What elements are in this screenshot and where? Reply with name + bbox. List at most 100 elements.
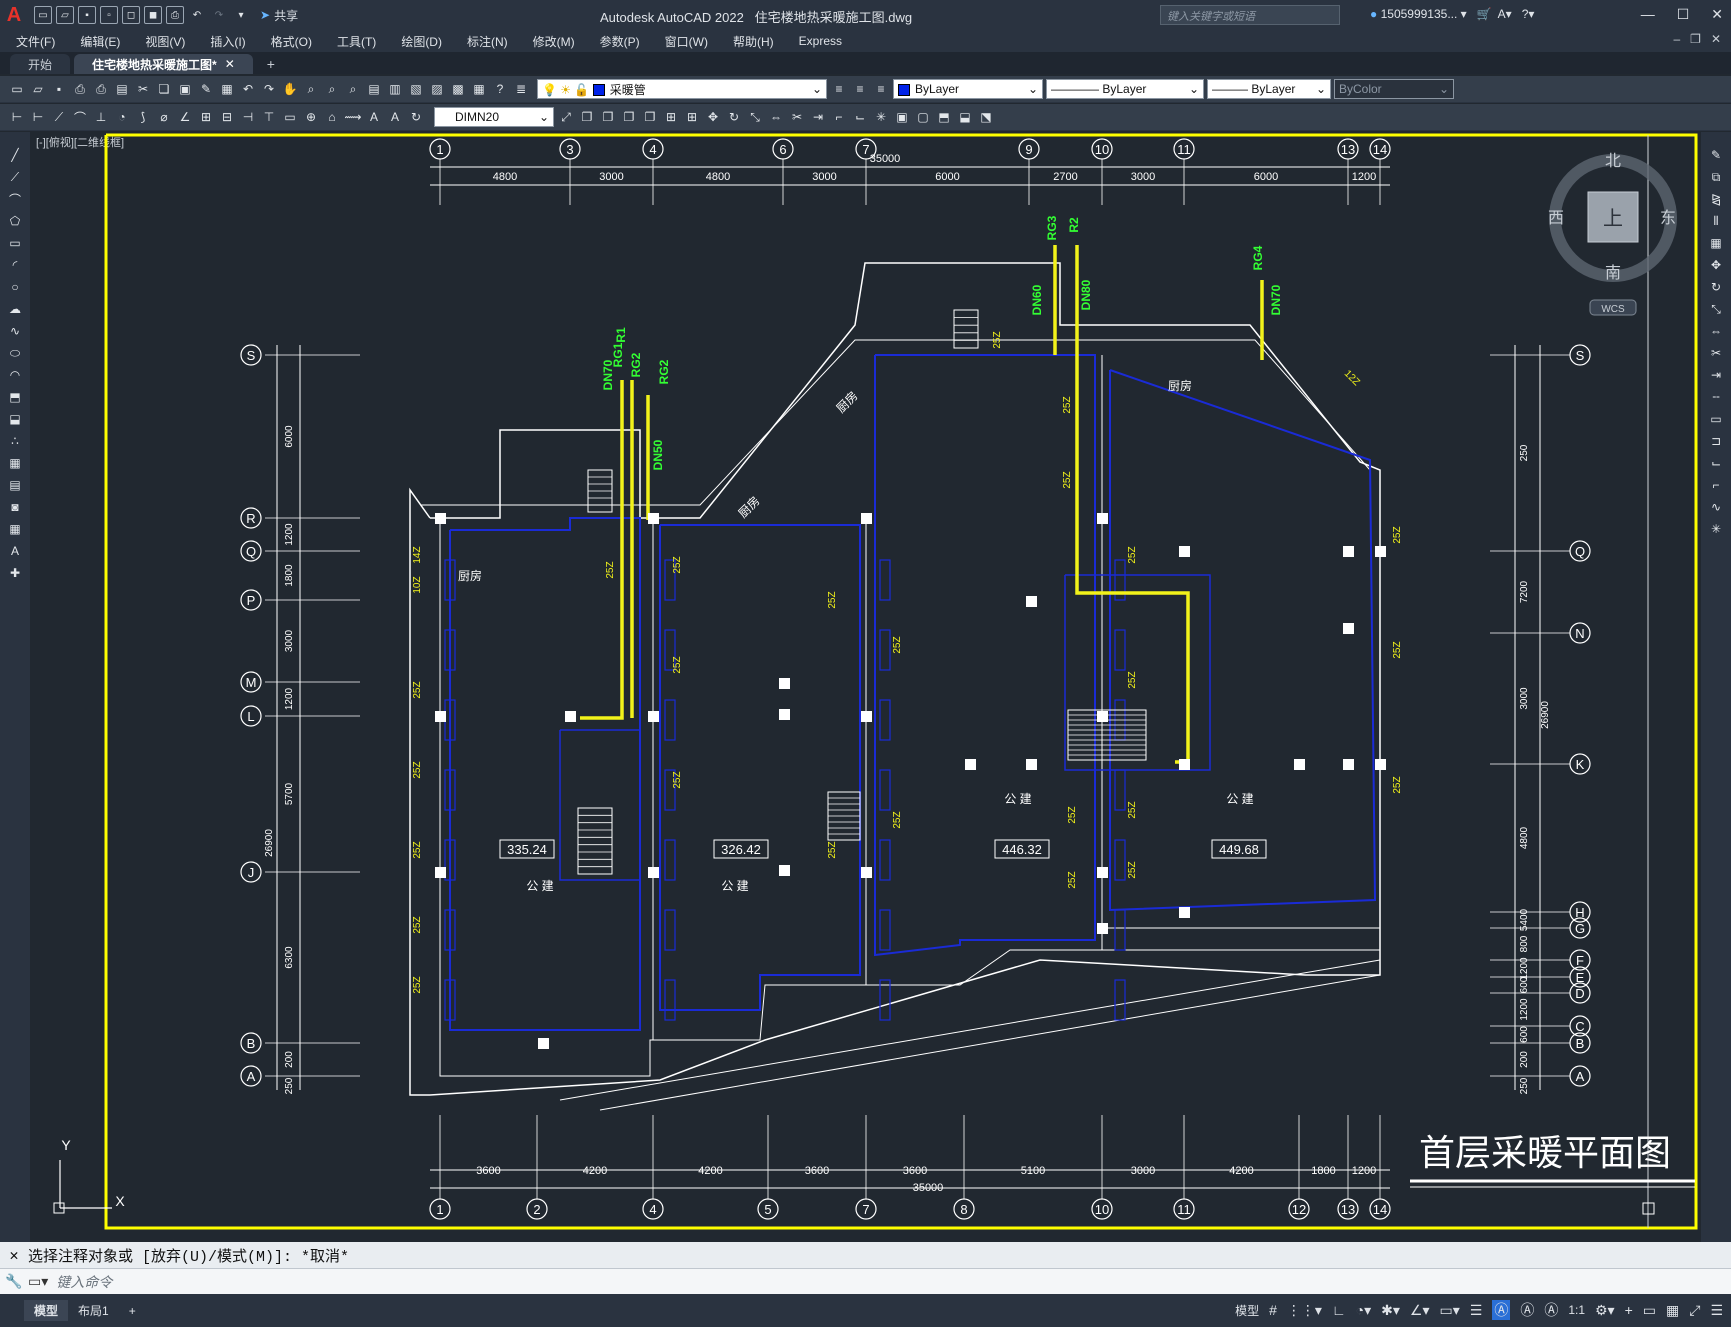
draworder-above-icon[interactable]: ❐: [620, 108, 638, 126]
menu-modify[interactable]: 修改(M): [533, 33, 575, 50]
zoom-realtime-icon[interactable]: ⌕: [302, 80, 320, 98]
construction-line-icon[interactable]: ⟋: [6, 168, 24, 186]
help-icon[interactable]: ?▾: [1522, 7, 1535, 21]
draworder-back-icon[interactable]: ❐: [599, 108, 617, 126]
table-icon[interactable]: ▦: [6, 520, 24, 538]
new-icon[interactable]: ▭: [34, 6, 52, 24]
chamfer-right-icon[interactable]: ⌙: [1707, 454, 1725, 472]
menu-insert[interactable]: 插入(I): [210, 33, 245, 50]
ungroup-icon[interactable]: ▢: [914, 108, 932, 126]
draworder-front-icon[interactable]: ❐: [578, 108, 596, 126]
new-tab-button[interactable]: +: [257, 54, 285, 74]
fillet-right-icon[interactable]: ⌐: [1707, 476, 1725, 494]
scale-icon[interactable]: ⤡: [746, 108, 764, 126]
layer-states-icon[interactable]: ≡: [872, 80, 890, 98]
text-to-front-icon[interactable]: ⊞: [662, 108, 680, 126]
redo-icon[interactable]: ↷: [210, 6, 228, 24]
menu-view[interactable]: 视图(V): [145, 33, 185, 50]
tool-palettes-icon[interactable]: ▧: [407, 80, 425, 98]
dim-text-edit-icon[interactable]: A: [386, 108, 404, 126]
new-file-icon[interactable]: ▭: [8, 80, 26, 98]
jogged-linear-icon[interactable]: ⟿: [344, 108, 362, 126]
rotate-icon[interactable]: ↻: [725, 108, 743, 126]
inspection-icon[interactable]: ⌂: [323, 108, 341, 126]
wrench-icon[interactable]: 🔧: [0, 1273, 28, 1290]
plotstyle-dropdown[interactable]: ByColor ⌄: [1334, 79, 1454, 99]
trim-icon[interactable]: ✂: [788, 108, 806, 126]
print-icon[interactable]: ⎙: [71, 80, 89, 98]
close-icon[interactable]: ✕: [1711, 6, 1723, 23]
recent-commands-icon[interactable]: ▭▾: [28, 1273, 48, 1290]
offset-icon[interactable]: ⫴: [1707, 212, 1725, 230]
menu-parametric[interactable]: 参数(P): [600, 33, 640, 50]
maximize-icon[interactable]: ☐: [1677, 6, 1690, 23]
close-command-icon[interactable]: ✕: [0, 1246, 28, 1265]
quick-properties-icon[interactable]: ▦: [1666, 1302, 1679, 1319]
open-web-icon[interactable]: ◻: [122, 6, 140, 24]
add-selected-icon[interactable]: ✚: [6, 564, 24, 582]
rectangle-icon[interactable]: ▭: [6, 234, 24, 252]
polar-icon[interactable]: ◔▾: [1356, 1302, 1371, 1319]
dim-edit-icon[interactable]: A: [365, 108, 383, 126]
customize-icon[interactable]: ☰: [1710, 1302, 1723, 1319]
menu-express[interactable]: Express: [799, 34, 842, 48]
customize-qat-icon[interactable]: ▾: [232, 6, 250, 24]
point-icon[interactable]: ∴: [6, 432, 24, 450]
undo-icon[interactable]: ↶: [188, 6, 206, 24]
color-dropdown[interactable]: ByLayer ⌄: [893, 79, 1043, 99]
ordinate-dim-icon[interactable]: ⊥: [92, 108, 110, 126]
save-file-icon[interactable]: ▪: [50, 80, 68, 98]
ortho-icon[interactable]: ∟: [1332, 1302, 1346, 1318]
break-point-icon[interactable]: ╌: [1707, 388, 1725, 406]
qdim-icon[interactable]: ⊢: [8, 108, 26, 126]
layer-freeze-icon[interactable]: ☀: [560, 83, 571, 97]
pan-icon[interactable]: ✋: [281, 80, 299, 98]
menu-edit[interactable]: 编辑(E): [80, 33, 120, 50]
draworder-below-icon[interactable]: ❐: [641, 108, 659, 126]
save-as-icon[interactable]: ▫: [100, 6, 118, 24]
plot-icon[interactable]: ⎙: [166, 6, 184, 24]
markup-icon[interactable]: ▩: [449, 80, 467, 98]
layer-properties-icon[interactable]: ≣: [512, 80, 530, 98]
match-properties-icon[interactable]: ✎: [197, 80, 215, 98]
ellipse-icon[interactable]: ⬭: [6, 344, 24, 362]
toolbar-undo-icon[interactable]: ↶: [239, 80, 257, 98]
linetype-dropdown[interactable]: ———— ByLayer ⌄: [1046, 79, 1204, 99]
dim-space-icon[interactable]: ⊤: [260, 108, 278, 126]
arc-length-icon[interactable]: ⌒: [71, 108, 89, 126]
diameter-dim-icon[interactable]: ⌀: [155, 108, 173, 126]
zoom-previous-icon[interactable]: ⌕: [344, 80, 362, 98]
circle-icon[interactable]: ○: [6, 278, 24, 296]
autodesk-icon[interactable]: A▾: [1498, 7, 1512, 21]
rotate-right-icon[interactable]: ↻: [1707, 278, 1725, 296]
stretch-right-icon[interactable]: ⇔: [1707, 322, 1725, 340]
menu-tools[interactable]: 工具(T): [337, 33, 376, 50]
revcloud-icon[interactable]: ☁: [6, 300, 24, 318]
properties-icon[interactable]: ▤: [365, 80, 383, 98]
publish-icon[interactable]: ▤: [113, 80, 131, 98]
open-file-icon[interactable]: ▱: [29, 80, 47, 98]
attdef-icon[interactable]: ⬔: [977, 108, 995, 126]
baseline-dim-icon[interactable]: ⊟: [218, 108, 236, 126]
hatch-icon[interactable]: ▦: [6, 454, 24, 472]
erase-icon[interactable]: ✎: [1707, 146, 1725, 164]
polyline-icon[interactable]: ⌒: [6, 190, 24, 208]
blend-icon[interactable]: ∿: [1707, 498, 1725, 516]
continue-dim-icon[interactable]: ⊣: [239, 108, 257, 126]
layer-lock-icon[interactable]: 🔓: [574, 83, 589, 97]
line-icon[interactable]: ╱: [6, 146, 24, 164]
toolbar-help-icon[interactable]: ?: [491, 80, 509, 98]
sheet-set-icon[interactable]: ▨: [428, 80, 446, 98]
layer-dropdown[interactable]: 💡 ☀ 🔓 采暖管 ⌄: [537, 79, 827, 99]
lineweight-icon[interactable]: ▭▾: [1439, 1302, 1459, 1319]
move-icon[interactable]: ✥: [704, 108, 722, 126]
stretch-icon[interactable]: ⇔: [767, 108, 785, 126]
quick-dim-icon[interactable]: ⊞: [197, 108, 215, 126]
mirror-icon[interactable]: ⧎: [1707, 190, 1725, 208]
lineweight-dropdown[interactable]: ——— ByLayer ⌄: [1207, 79, 1331, 99]
design-center-icon[interactable]: ▥: [386, 80, 404, 98]
cut-icon[interactable]: ✂: [134, 80, 152, 98]
dim-style-manager-icon[interactable]: ⤢: [557, 108, 575, 126]
block-editor-icon[interactable]: ▦: [218, 80, 236, 98]
explode-icon[interactable]: ✳: [872, 108, 890, 126]
